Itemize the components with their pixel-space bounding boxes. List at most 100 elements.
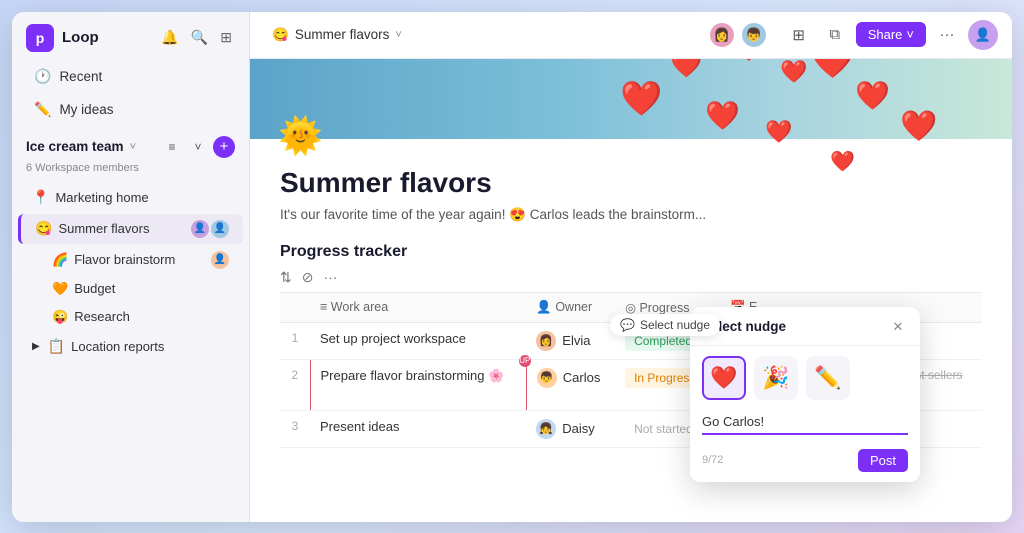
budget-icon: 🧡 <box>52 281 68 297</box>
nudge-emoji-celebrate[interactable]: 🎉 <box>754 356 798 400</box>
app-window: p Loop 🔔 🔍 ⊞ 🕐 Recent ✏️ My ideas Ice cr… <box>12 12 1012 522</box>
nudge-trigger-icon: 💬 <box>620 318 635 332</box>
workspace-menu-btn[interactable]: ≡ <box>161 136 183 158</box>
more-toolbar-icon[interactable]: ··· <box>323 269 337 285</box>
sidebar-item-research[interactable]: 😜 Research <box>18 304 243 330</box>
row-1-owner[interactable]: 👩 Elvia <box>526 322 615 359</box>
flavor-brainstorm-label: Flavor brainstorm <box>74 252 175 267</box>
nudge-emoji-row: ❤️ 🎉 ✏️ <box>690 346 920 410</box>
row-3-owner[interactable]: 👧 Daisy <box>526 410 615 447</box>
share-button[interactable]: Share ˅ <box>856 22 926 47</box>
grid-icon-btn[interactable]: ⊞ <box>784 20 814 50</box>
workspace-chevron[interactable]: ˅ <box>130 141 136 153</box>
my-ideas-icon: ✏️ <box>34 101 51 118</box>
search-icon[interactable]: 🔍 <box>188 26 211 49</box>
row-1-avatar: 👩 <box>536 331 556 351</box>
nudge-text-input[interactable] <box>702 410 908 435</box>
page-title: Summer flavors <box>280 167 982 199</box>
col-num <box>280 292 310 322</box>
nudge-input-footer: 9/72 Post <box>690 445 920 482</box>
row-2-owner-name: Carlos <box>563 370 601 385</box>
main-content: 😋 Summer flavors ˅ 👩 👦 ⊞ ⧉ Share ˅ ··· 👤 <box>250 12 1012 522</box>
sidebar-item-marketing-home[interactable]: 📍 Marketing home <box>18 183 243 212</box>
share-label: Share <box>868 27 903 42</box>
workspace-name: Ice cream team <box>26 139 124 154</box>
row-2-work-area-text: Prepare flavor brainstorming 🌸 <box>321 368 505 383</box>
share-chevron: ˅ <box>906 27 914 42</box>
sidebar-item-summer-flavors[interactable]: 😋 Summer flavors 👤 👤 <box>18 214 243 244</box>
sidebar-item-recent[interactable]: 🕐 Recent <box>18 61 243 92</box>
nudge-indicator: UP <box>519 355 531 367</box>
table-toolbar: ⇅ ⊘ ··· <box>280 269 982 286</box>
row-3-work-area[interactable]: Present ideas <box>310 410 526 447</box>
content-area: 🌞 ❤️ ❤️ ❤️ ❤️ ❤️ ❤️ ❤️ ❤️ ❤️ ❤️ Summer f… <box>250 59 1012 522</box>
nudge-post-button[interactable]: Post <box>858 449 908 472</box>
avatar-2: 👤 <box>211 220 229 238</box>
app-logo: p <box>26 24 54 52</box>
nudge-popup-header: Select nudge ✕ <box>690 307 920 346</box>
recent-icon: 🕐 <box>34 68 51 85</box>
row-2-avatar: 👦 <box>537 368 557 388</box>
location-reports-label: Location reports <box>71 339 164 354</box>
topbar-avatar-1: 👩 <box>708 21 736 49</box>
app-title: Loop <box>62 29 99 46</box>
profile-avatar[interactable]: 👤 <box>968 20 998 50</box>
topbar-actions: ⊞ ⧉ Share ˅ ··· 👤 <box>784 20 998 50</box>
page-tab-chevron[interactable]: ˅ <box>395 29 401 41</box>
marketing-home-label: Marketing home <box>55 190 148 205</box>
sidebar-header-icons: 🔔 🔍 ⊞ <box>158 26 235 49</box>
row-2-num: 2 <box>280 359 310 410</box>
summer-flavors-avatars: 👤 👤 <box>191 220 229 238</box>
workspace-add-btn[interactable]: + <box>213 136 235 158</box>
topbar-avatars: 👩 👦 <box>708 21 768 49</box>
nudge-trigger-label: Select nudge <box>640 318 710 332</box>
sort-icon[interactable]: ⇅ <box>280 269 292 286</box>
filter-icon[interactable]: ⊘ <box>302 269 314 286</box>
page-tab[interactable]: 😋 Summer flavors ˅ <box>264 23 410 47</box>
row-2-owner[interactable]: 👦 Carlos <box>526 359 615 410</box>
sidebar-item-my-ideas[interactable]: ✏️ My ideas <box>18 94 243 125</box>
nudge-char-count: 9/72 <box>702 454 723 466</box>
research-label: Research <box>74 309 130 324</box>
row-1-num: 1 <box>280 322 310 359</box>
row-2-work-area[interactable]: Prepare flavor brainstorming 🌸 UP <box>310 359 526 410</box>
row-3-owner-name: Daisy <box>562 421 595 436</box>
row-1-owner-name: Elvia <box>562 333 590 348</box>
my-ideas-label: My ideas <box>59 102 113 117</box>
select-nudge-popup: Select nudge ✕ ❤️ 🎉 ✏️ 9/72 Post <box>690 307 920 482</box>
nudge-close-button[interactable]: ✕ <box>888 317 908 337</box>
nudge-emoji-pencil[interactable]: ✏️ <box>806 356 850 400</box>
settings-icon[interactable]: ⊞ <box>217 26 235 49</box>
budget-label: Budget <box>74 281 115 296</box>
sidebar-header: p Loop 🔔 🔍 ⊞ <box>12 12 249 60</box>
hero-image: 🌞 <box>250 59 1012 139</box>
row-3-avatar: 👧 <box>536 419 556 439</box>
nudge-emoji-heart[interactable]: ❤️ <box>702 356 746 400</box>
flavor-brainstorm-icon: 🌈 <box>52 252 68 268</box>
bell-icon[interactable]: 🔔 <box>158 26 181 49</box>
page-emoji: 😋 <box>272 27 289 43</box>
brainstorm-avatar: 👤 <box>211 251 229 269</box>
research-icon: 😜 <box>52 309 68 325</box>
copy-icon-btn[interactable]: ⧉ <box>820 20 850 50</box>
sidebar-item-budget[interactable]: 🧡 Budget <box>18 276 243 302</box>
summer-flavors-icon: 😋 <box>35 220 52 237</box>
workspace-actions: ≡ ˅ + <box>161 136 235 158</box>
content-body: ❤️ ❤️ ❤️ ❤️ ❤️ ❤️ ❤️ ❤️ ❤️ ❤️ Summer fla… <box>250 139 1012 468</box>
col-owner: 👤 Owner <box>526 292 615 322</box>
section-title: Progress tracker <box>280 243 982 261</box>
workspace-members-count: 6 Workspace members <box>12 160 249 182</box>
workspace-more-btn[interactable]: ˅ <box>187 136 209 158</box>
row-1-work-area[interactable]: Set up project workspace <box>310 322 526 359</box>
sidebar-item-flavor-brainstorm[interactable]: 🌈 Flavor brainstorm 👤 <box>18 246 243 274</box>
page-subtitle: It's our favorite time of the year again… <box>280 207 982 223</box>
more-btn[interactable]: ··· <box>932 20 962 50</box>
summer-flavors-label: Summer flavors <box>58 221 149 236</box>
sidebar-item-location-reports[interactable]: ▶ 📋 Location reports <box>18 332 243 361</box>
page-tab-title: Summer flavors <box>295 27 390 42</box>
recent-label: Recent <box>59 69 102 84</box>
col-work-area: ≡ Work area <box>310 292 526 322</box>
avatar-1: 👤 <box>191 220 209 238</box>
select-nudge-trigger[interactable]: 💬 Select nudge <box>610 314 720 336</box>
nudge-input-row <box>690 410 920 445</box>
